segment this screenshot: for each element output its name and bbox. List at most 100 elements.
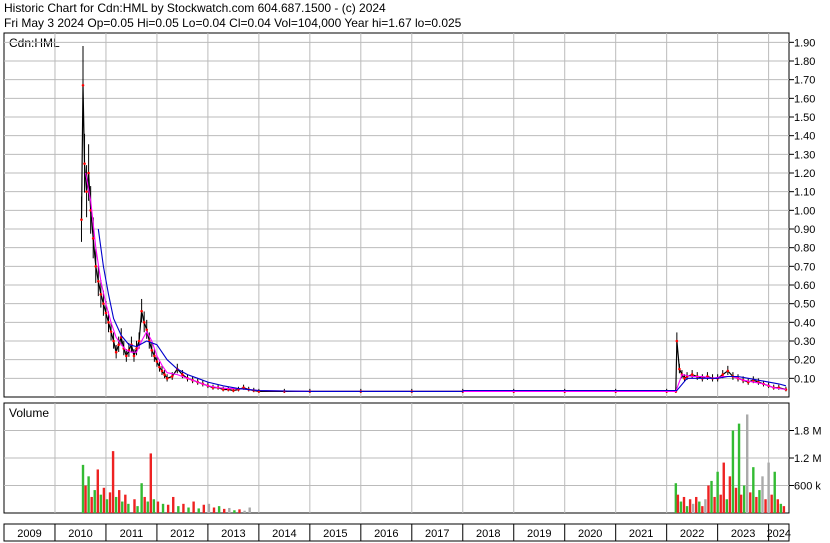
- volume-panel-label: Volume: [9, 406, 49, 420]
- close-point: [109, 330, 113, 333]
- volume-bar: [685, 506, 689, 513]
- volume-bar: [217, 506, 221, 513]
- close-point: [94, 265, 98, 268]
- close-point: [181, 373, 184, 376]
- close-point: [142, 321, 146, 324]
- close-point: [117, 343, 120, 347]
- close-point: [99, 293, 103, 296]
- year-label: 2020: [578, 528, 602, 540]
- year-label: 2012: [170, 528, 194, 540]
- price-tick-label: 0.60: [794, 280, 815, 292]
- volume-bar: [207, 503, 211, 513]
- price-tick-label: 1.90: [794, 37, 815, 49]
- volume-tick-label: 600 k: [794, 481, 821, 493]
- volume-bar: [121, 501, 124, 513]
- volume-bar: [779, 503, 783, 513]
- volume-bar: [688, 499, 692, 513]
- volume-bar: [761, 476, 764, 513]
- close-point: [155, 360, 159, 363]
- close-point: [158, 365, 161, 369]
- volume-bar: [707, 485, 710, 513]
- price-tick-label: 1.00: [794, 205, 815, 217]
- close-point: [153, 354, 156, 358]
- volume-bar: [719, 494, 722, 513]
- volume-bar: [676, 494, 680, 513]
- volume-bar: [716, 471, 719, 513]
- close-point: [678, 367, 681, 371]
- volume-bar: [96, 469, 99, 513]
- year-label: 2023: [731, 528, 755, 540]
- close-point: [104, 311, 108, 315]
- price-tick-label: 1.10: [794, 187, 815, 199]
- volume-tick-label: 1.8 M: [794, 426, 822, 438]
- volume-bar: [238, 509, 241, 513]
- volume-bar: [99, 494, 103, 513]
- price-tick-label: 1.30: [794, 149, 815, 161]
- volume-bar: [691, 503, 695, 513]
- volume-bar: [728, 476, 732, 513]
- volume-bar: [742, 485, 746, 513]
- volume-bar: [739, 494, 743, 513]
- price-tick-label: 0.10: [794, 373, 815, 385]
- year-label: 2019: [527, 528, 551, 540]
- close-point: [170, 375, 174, 378]
- close-point: [165, 377, 169, 380]
- price-panel: [3, 32, 790, 398]
- volume-bar: [81, 464, 85, 513]
- volume-bar: [749, 492, 752, 513]
- volume-bar: [682, 496, 686, 513]
- volume-bar: [776, 499, 779, 513]
- volume-bar: [773, 471, 776, 513]
- volume-bar: [149, 453, 153, 513]
- close-point: [102, 302, 105, 305]
- price-tick-label: 0.90: [794, 224, 815, 236]
- volume-bar: [118, 490, 121, 513]
- close-point: [140, 309, 143, 313]
- year-label: 2011: [120, 528, 144, 540]
- close-point: [163, 373, 166, 376]
- volume-bar: [187, 507, 190, 513]
- year-label: 2024: [767, 528, 791, 540]
- volume-bar: [192, 501, 195, 513]
- volume-bar: [127, 503, 130, 513]
- volume-bar: [233, 510, 236, 513]
- price-axis: 1.90 1.80 1.70 1.60 1.50 1.40 1.30 1.20 1.10 1.00…: [789, 37, 815, 385]
- volume-bar: [698, 501, 701, 513]
- close-point: [80, 218, 83, 221]
- close-point: [107, 321, 110, 324]
- volume-bar: [782, 506, 786, 513]
- close-point: [726, 369, 730, 373]
- volume-bar: [248, 507, 251, 513]
- year-label: 2017: [425, 528, 449, 540]
- volume-bar: [695, 496, 698, 513]
- volume-bar: [182, 503, 185, 513]
- close-point: [114, 350, 118, 354]
- close-point: [137, 339, 141, 343]
- volume-bar: [734, 487, 738, 513]
- year-label: 2015: [323, 528, 347, 540]
- close-point: [97, 279, 100, 283]
- price-tick-label: 1.50: [794, 112, 815, 124]
- price-tick-label: 1.60: [794, 93, 815, 105]
- volume-axis: 1.8 M 1.2 M 600 k: [789, 426, 822, 493]
- volume-bar: [84, 485, 87, 513]
- volume-bar: [172, 496, 175, 513]
- volume-bar: [146, 501, 149, 513]
- price-tick-label: 1.40: [794, 131, 815, 143]
- volume-bar: [136, 506, 139, 513]
- volume-bar: [752, 467, 755, 513]
- volume-tick-label: 1.2 M: [794, 453, 822, 465]
- close-point: [125, 354, 128, 358]
- close-point: [112, 339, 115, 343]
- close-point: [83, 162, 86, 165]
- volume-bar: [108, 492, 112, 513]
- volume-bar: [767, 462, 770, 513]
- volume-bar: [212, 507, 216, 513]
- volume-bar: [713, 496, 716, 513]
- year-label: 2018: [476, 528, 500, 540]
- volume-bar: [704, 499, 707, 513]
- year-label: 2010: [68, 528, 92, 540]
- price-tick-label: 1.70: [794, 75, 815, 87]
- stock-chart-svg: Cdn:HML 1.90 1.80 1.70 1.60 1.50 1.40 1.30 1.20…: [3, 32, 822, 542]
- volume-bar: [114, 496, 118, 513]
